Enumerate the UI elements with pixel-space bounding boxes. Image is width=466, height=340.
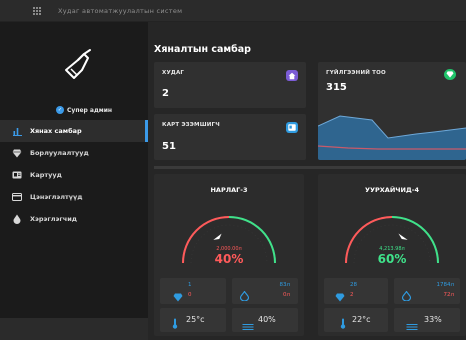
sidebar-item-cards[interactable]: Картууд <box>0 164 148 186</box>
humidity-value: 40% <box>258 315 276 324</box>
stat-value: 315 <box>326 82 347 93</box>
temperature-value: 22°c <box>352 315 371 324</box>
water-drop-icon <box>12 214 22 224</box>
sales-tile: 1 0 <box>160 278 226 304</box>
water-sub-volume: 72л <box>443 292 454 298</box>
water-drop-icon <box>239 286 250 305</box>
sidebar-item-label: Борлуулалтууд <box>30 149 89 157</box>
gauge-needle <box>398 233 408 240</box>
water-drop-icon <box>401 286 412 305</box>
user-name: Супер админ <box>67 106 113 114</box>
apps-grid-icon[interactable] <box>33 6 41 15</box>
sidebar-item-users[interactable]: Хэрэглэгчид <box>0 208 148 230</box>
stat-label: ГҮЙЛГЭЭНИЙ ТОО <box>326 70 386 76</box>
stat-label: КАРТ ЭЗЭМШИГЧ <box>162 122 220 128</box>
brand: ✓ Супер админ <box>0 42 148 114</box>
diamond-icon <box>12 148 22 158</box>
water-volume: 1784л <box>436 282 454 288</box>
humidity-tile: 40% <box>232 308 298 332</box>
home-icon <box>286 70 298 81</box>
station-name: НАРЛАГ-3 <box>210 186 248 194</box>
user-row[interactable]: ✓ Супер админ <box>56 106 112 114</box>
sidebar-item-label: Картууд <box>30 171 62 179</box>
stat-card-card-holders: КАРТ ЭЗЭМШИГЧ 51 <box>154 114 306 160</box>
gauge-percent: 60% <box>377 252 407 266</box>
sidebar-item-label: Хэрэглэгчид <box>30 215 78 223</box>
bar-chart-icon <box>12 126 22 136</box>
id-card-icon <box>286 122 298 133</box>
sidebar-item-label: Хянах самбар <box>30 127 82 135</box>
page-title: Хяналтын самбар <box>154 44 251 55</box>
station-card-narlag: НАРЛАГ-3 2,000.00л 40% 1 0 83л 0л 25°c 4… <box>154 174 304 336</box>
thermometer-icon <box>340 314 346 333</box>
water-sub-volume: 0л <box>282 292 290 298</box>
sidebar-footer-strip <box>0 318 148 340</box>
water-tile: 83л 0л <box>232 278 298 304</box>
app-title: Худаг автоматжуулалтын систем <box>58 6 183 15</box>
section-divider <box>154 166 466 169</box>
sidebar-item-dashboard[interactable]: Хянах самбар <box>0 120 148 142</box>
credit-card-icon <box>12 192 22 202</box>
humidity-waves-icon <box>242 316 254 335</box>
sales-count: 1 <box>188 282 192 288</box>
gauge-needle <box>213 233 222 240</box>
transactions-area-chart <box>318 115 466 160</box>
stat-card-wells: ХУДАГ 2 <box>154 62 306 108</box>
sales-sub-count: 2 <box>350 292 354 298</box>
humidity-value: 33% <box>424 315 442 324</box>
water-volume: 83л <box>279 282 290 288</box>
transactions-area-fill <box>318 116 466 160</box>
gauge-percent: 40% <box>214 252 244 266</box>
fuel-nozzle-logo-icon <box>65 49 91 79</box>
sales-tile: 28 2 <box>324 278 388 304</box>
sidebar-item-label: Цэнэглэлтүүд <box>30 193 83 201</box>
sidebar: ✓ Супер админ Хянах самбар Борлуулалтууд… <box>0 22 148 318</box>
diamond-icon <box>444 69 456 80</box>
humidity-waves-icon <box>406 316 418 335</box>
station-name: УУРХАЙЧИД-4 <box>365 186 419 194</box>
temperature-tile: 22°c <box>324 308 388 332</box>
verified-check-icon: ✓ <box>56 106 64 114</box>
stat-value: 2 <box>162 88 169 99</box>
temperature-value: 25°c <box>186 315 205 324</box>
app-window: Худаг автоматжуулалтын систем ✓ Супер ад… <box>0 0 466 340</box>
id-card-icon <box>12 170 22 180</box>
sales-sub-count: 0 <box>188 292 192 298</box>
main-content: Хяналтын самбар ХУДАГ 2 КАРТ ЭЗЭМШИГЧ 51… <box>148 22 466 340</box>
sales-count: 28 <box>350 282 357 288</box>
sidebar-item-topups[interactable]: Цэнэглэлтүүд <box>0 186 148 208</box>
water-tile: 1784л 72л <box>394 278 460 304</box>
sidebar-item-sales[interactable]: Борлуулалтууд <box>0 142 148 164</box>
sidebar-nav: Хянах самбар Борлуулалтууд Картууд Цэнэг… <box>0 120 148 230</box>
temperature-tile: 25°c <box>160 308 226 332</box>
top-bar: Худаг автоматжуулалтын систем <box>0 0 466 22</box>
humidity-tile: 33% <box>394 308 460 332</box>
diamond-icon <box>173 287 183 306</box>
thermometer-icon <box>172 314 178 333</box>
stat-label: ХУДАГ <box>162 70 185 76</box>
station-card-uurkhaichid: УУРХАЙЧИД-4 4,213.98л 60% 28 2 1784л 72л… <box>318 174 466 336</box>
stat-value: 51 <box>162 141 176 152</box>
diamond-icon <box>335 287 345 306</box>
stat-card-transactions: ГҮЙЛГЭЭНИЙ ТОО 315 <box>318 62 466 160</box>
